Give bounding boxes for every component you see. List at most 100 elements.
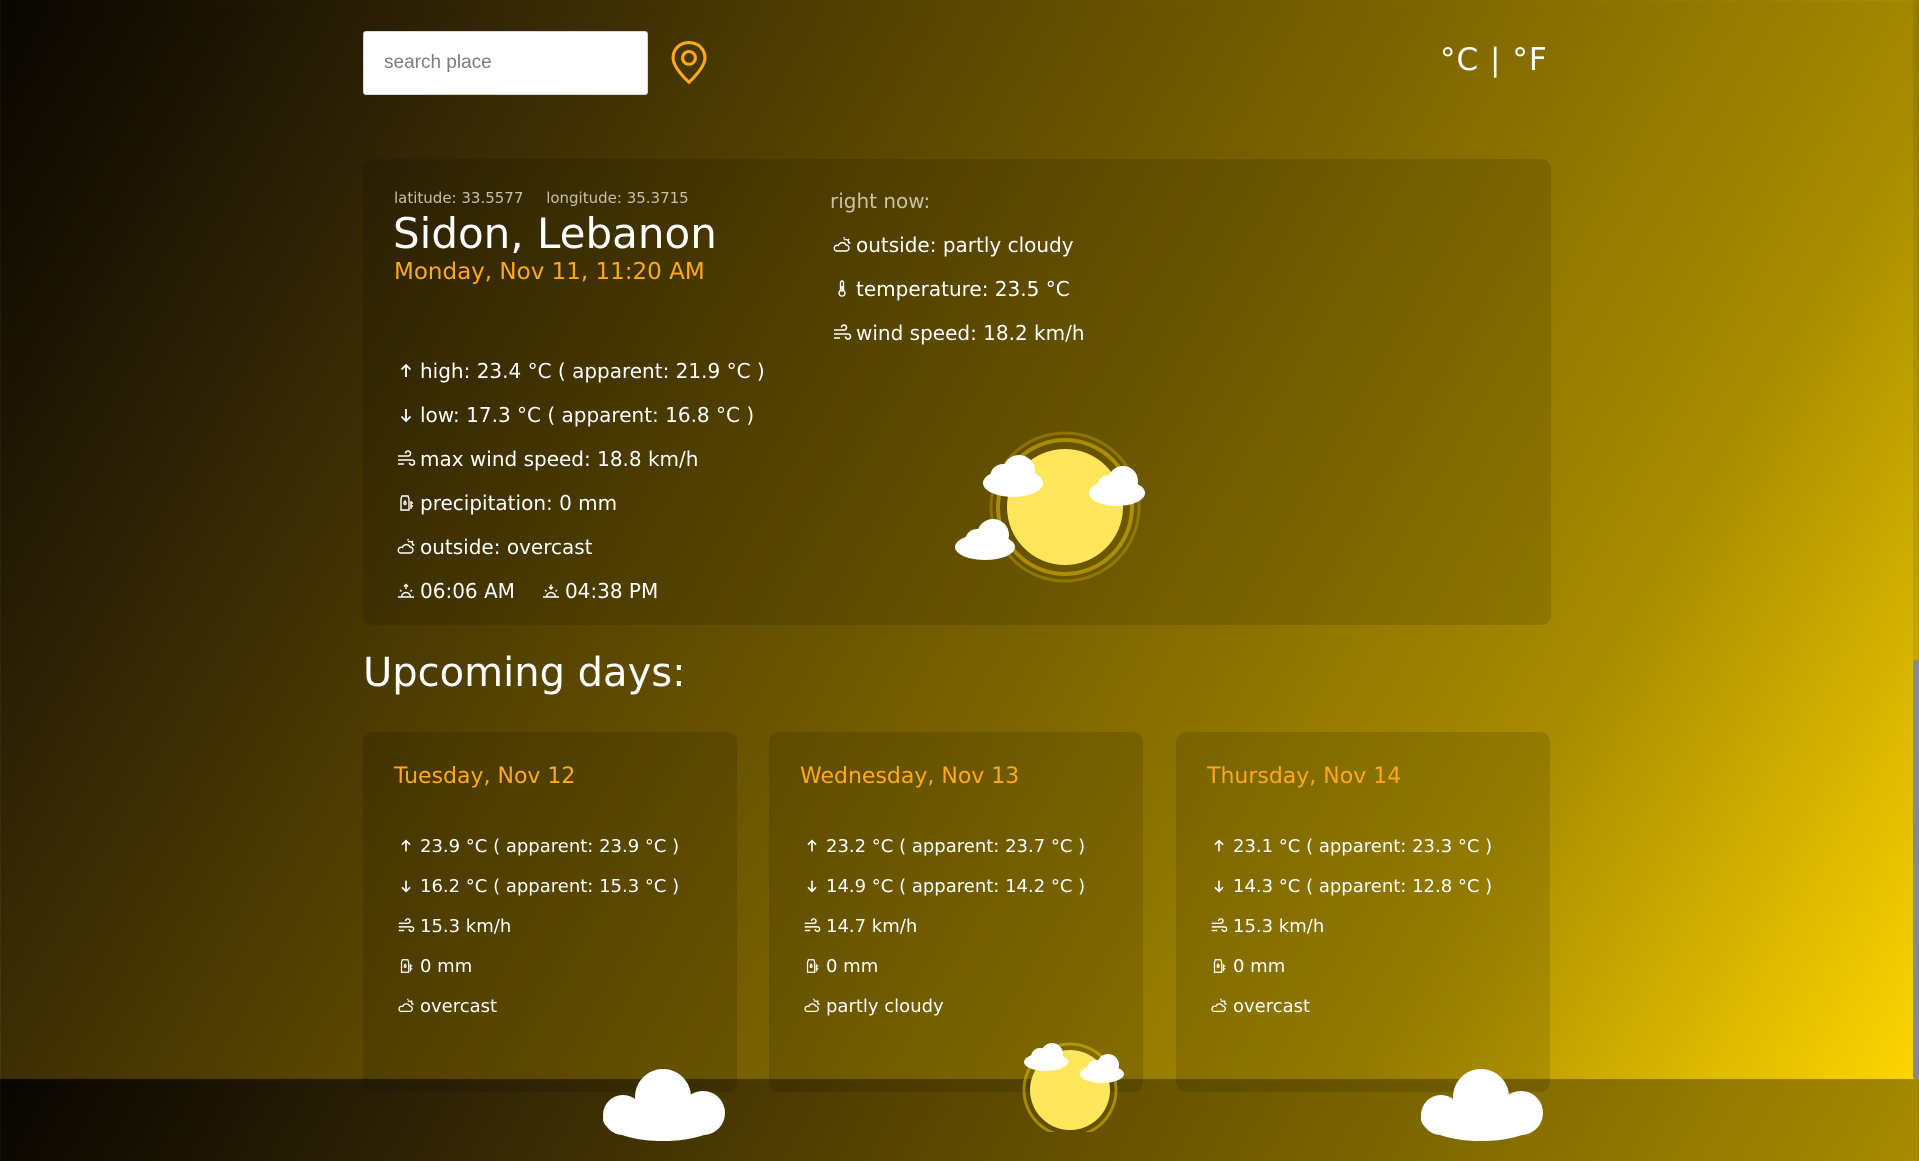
forecast-stats: 23.1 °C ( apparent: 23.3 °C ) 14.3 °C ( … xyxy=(1207,826,1492,1026)
forecast-precip: 0 mm xyxy=(1233,955,1286,977)
forecast-wind: 14.7 km/h xyxy=(826,915,918,937)
sunset-icon xyxy=(539,579,563,603)
arrow-up-icon xyxy=(800,834,824,858)
forecast-outside: overcast xyxy=(420,995,498,1017)
forecast-high: 23.2 °C ( apparent: 23.7 °C ) xyxy=(826,835,1086,857)
scrollbar-thumb[interactable] xyxy=(1913,660,1919,1079)
forecast-card-wednesday: Wednesday, Nov 13 23.2 °C ( apparent: 23… xyxy=(769,732,1143,1138)
right-now-section: right now: outside: partly cloudy temper… xyxy=(830,189,1085,355)
forecast-high-row: 23.2 °C ( apparent: 23.7 °C ) xyxy=(800,826,1085,866)
arrow-down-icon xyxy=(394,403,418,427)
sun-times-row: 06:06 AM 04:38 PM xyxy=(394,569,765,613)
forecast-precip: 0 mm xyxy=(826,955,879,977)
wind-icon xyxy=(1207,914,1231,938)
rain-gauge-icon xyxy=(800,954,824,978)
rain-gauge-icon xyxy=(394,954,418,978)
arrow-up-icon xyxy=(394,834,418,858)
unit-toggle: °C | °F xyxy=(1440,42,1548,78)
now-outside: outside: partly cloudy xyxy=(856,233,1074,257)
right-now-title: right now: xyxy=(830,189,931,213)
daily-stats: high: 23.4 °C ( apparent: 21.9 °C ) low:… xyxy=(394,349,765,613)
low-temp: low: 17.3 °C ( apparent: 16.8 °C ) xyxy=(420,403,755,427)
forecast-wind-row: 15.3 km/h xyxy=(1207,906,1492,946)
wind-icon xyxy=(394,447,418,471)
forecast-card-thursday: Thursday, Nov 14 23.1 °C ( apparent: 23.… xyxy=(1176,732,1550,1141)
forecast-outside: overcast xyxy=(1233,995,1311,1017)
forecast-wind: 15.3 km/h xyxy=(1233,915,1325,937)
unit-separator: | xyxy=(1490,42,1502,78)
celsius-toggle[interactable]: °C xyxy=(1440,42,1479,78)
precipitation: precipitation: 0 mm xyxy=(420,491,618,515)
forecast-stats: 23.9 °C ( apparent: 23.9 °C ) 16.2 °C ( … xyxy=(394,826,679,1026)
forecast-outside: partly cloudy xyxy=(826,995,944,1017)
forecast-high: 23.1 °C ( apparent: 23.3 °C ) xyxy=(1233,835,1493,857)
fahrenheit-toggle[interactable]: °F xyxy=(1512,42,1547,78)
page-scrollbar[interactable] xyxy=(1913,0,1919,1079)
arrow-down-icon xyxy=(394,874,418,898)
now-temperature: temperature: 23.5 °C xyxy=(856,277,1070,301)
high-temp-row: high: 23.4 °C ( apparent: 21.9 °C ) xyxy=(394,349,765,393)
forecast-low-row: 16.2 °C ( apparent: 15.3 °C ) xyxy=(394,866,679,906)
now-outside-row: outside: partly cloudy xyxy=(830,223,1085,267)
high-temp: high: 23.4 °C ( apparent: 21.9 °C ) xyxy=(420,359,765,383)
forecast-low: 14.3 °C ( apparent: 12.8 °C ) xyxy=(1233,875,1493,897)
forecast-date: Thursday, Nov 14 xyxy=(1207,764,1402,789)
latitude: latitude: 33.5577 xyxy=(394,189,524,207)
max-wind-speed: max wind speed: 18.8 km/h xyxy=(420,447,699,471)
cloud-icon xyxy=(593,1057,733,1157)
outside-condition: outside: overcast xyxy=(420,535,593,559)
city-name: Sidon, Lebanon xyxy=(393,209,717,258)
location-pin-icon[interactable] xyxy=(668,40,710,86)
forecast-precip-row: 0 mm xyxy=(394,946,679,986)
forecast-precip-row: 0 mm xyxy=(1207,946,1492,986)
cloud-sun-icon xyxy=(1207,994,1231,1018)
forecast-outside-row: partly cloudy xyxy=(800,986,1085,1026)
forecast-date: Wednesday, Nov 13 xyxy=(800,764,1020,789)
now-wind-speed: wind speed: 18.2 km/h xyxy=(856,321,1085,345)
forecast-wind-row: 15.3 km/h xyxy=(394,906,679,946)
wind-icon xyxy=(800,914,824,938)
forecast-low-row: 14.3 °C ( apparent: 12.8 °C ) xyxy=(1207,866,1492,906)
outside-row: outside: overcast xyxy=(394,525,765,569)
wind-icon xyxy=(830,321,854,345)
cloud-sun-icon xyxy=(394,535,418,559)
sunset-time: 04:38 PM xyxy=(564,579,659,603)
forecast-precip-row: 0 mm xyxy=(800,946,1085,986)
forecast-low-row: 14.9 °C ( apparent: 14.2 °C ) xyxy=(800,866,1085,906)
wind-icon xyxy=(394,914,418,938)
search-input[interactable] xyxy=(363,31,648,95)
arrow-down-icon xyxy=(1207,874,1231,898)
longitude: longitude: 35.3715 xyxy=(546,189,689,207)
precipitation-row: precipitation: 0 mm xyxy=(394,481,765,525)
forecast-low: 16.2 °C ( apparent: 15.3 °C ) xyxy=(420,875,680,897)
rain-gauge-icon xyxy=(1207,954,1231,978)
cloud-sun-icon xyxy=(394,994,418,1018)
forecast-wind: 15.3 km/h xyxy=(420,915,512,937)
forecast-low: 14.9 °C ( apparent: 14.2 °C ) xyxy=(826,875,1086,897)
forecast-date: Tuesday, Nov 12 xyxy=(394,764,576,789)
forecast-high-row: 23.9 °C ( apparent: 23.9 °C ) xyxy=(394,826,679,866)
forecast-high: 23.9 °C ( apparent: 23.9 °C ) xyxy=(420,835,680,857)
current-date: Monday, Nov 11, 11:20 AM xyxy=(394,259,705,285)
forecast-high-row: 23.1 °C ( apparent: 23.3 °C ) xyxy=(1207,826,1492,866)
sunrise-time: 06:06 AM xyxy=(420,579,515,603)
forecast-card-tuesday: Tuesday, Nov 12 23.9 °C ( apparent: 23.9… xyxy=(363,732,737,1141)
forecast-wind-row: 14.7 km/h xyxy=(800,906,1085,946)
current-weather-card: latitude: 33.5577 longitude: 35.3715 Sid… xyxy=(363,159,1551,625)
sun-with-clouds-icon xyxy=(1004,1032,1144,1138)
sunrise-icon xyxy=(394,579,418,603)
cloud-icon xyxy=(1411,1057,1551,1157)
arrow-down-icon xyxy=(800,874,824,898)
forecast-stats: 23.2 °C ( apparent: 23.7 °C ) 14.9 °C ( … xyxy=(800,826,1085,1026)
coordinates: latitude: 33.5577 longitude: 35.3715 xyxy=(394,189,707,207)
upcoming-days-title: Upcoming days: xyxy=(363,650,686,696)
forecast-precip: 0 mm xyxy=(420,955,473,977)
cloud-sun-icon xyxy=(830,233,854,257)
low-temp-row: low: 17.3 °C ( apparent: 16.8 °C ) xyxy=(394,393,765,437)
cloud-sun-icon xyxy=(800,994,824,1018)
thermometer-icon xyxy=(830,277,854,301)
rain-gauge-icon xyxy=(394,491,418,515)
arrow-up-icon xyxy=(394,359,418,383)
now-wind-row: wind speed: 18.2 km/h xyxy=(830,311,1085,355)
now-temperature-row: temperature: 23.5 °C xyxy=(830,267,1085,311)
